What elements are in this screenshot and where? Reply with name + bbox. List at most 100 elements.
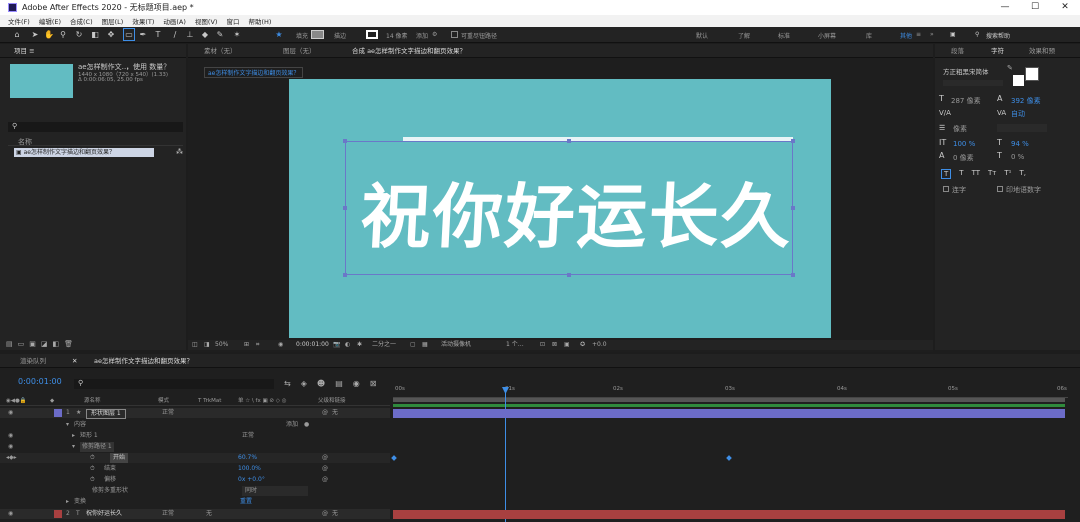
layer-2-bar[interactable] [393,510,1065,519]
effects-tab[interactable]: 效果和预 [1029,44,1055,58]
work-area-bar[interactable] [393,398,1065,402]
superscript-button[interactable]: T¹ [1004,169,1011,179]
flowchart-icon[interactable]: ⁂ [176,148,183,156]
mask-icon[interactable]: ◨ [204,340,210,350]
expand-icon[interactable]: ▾ [72,442,75,452]
close-button[interactable]: ✕ [1050,0,1080,15]
expression-icon[interactable]: @ [322,464,328,474]
handle-tl[interactable] [343,139,347,143]
layer-1-name[interactable]: 形状图层 1 [86,409,126,419]
mode-header[interactable]: 模式 [158,397,169,406]
selection-tool-icon[interactable]: ➤ [30,29,40,40]
hand-tool-icon[interactable]: ✋ [44,29,54,40]
workspace-library[interactable]: 库 [866,31,872,40]
add-label[interactable]: 添加 [416,31,428,40]
menu-animation[interactable]: 动画(A) [163,16,186,26]
graph-editor-icon[interactable]: ⊠ [370,379,377,388]
views-dropdown[interactable]: 1 个… [506,340,524,350]
layer-1-parent[interactable]: 无 [332,408,338,418]
paragraph-tab[interactable]: 段落 [951,44,964,58]
handle-b[interactable] [567,273,571,277]
composition-canvas[interactable]: 祝你好运长久 [289,79,831,338]
flowchart-view-icon[interactable]: ⊠ [552,340,557,350]
visibility-icon[interactable]: ◉ [8,509,13,519]
menu-composition[interactable]: 合成(C) [70,16,93,26]
roi-icon[interactable]: ▢ [410,340,416,350]
parent-pickwhip-icon[interactable]: @ [322,509,328,519]
zoom-tool-icon[interactable]: ⚲ [58,29,68,40]
project-tab[interactable]: 项目 [14,47,27,55]
tracking-value[interactable]: 像素 [953,124,967,134]
viewer-timecode[interactable]: 0:00:01:00 [296,340,329,350]
faux-bold-button[interactable]: T [941,169,952,179]
keyframe-start[interactable] [391,455,397,461]
font-family-dropdown[interactable]: 方正粗黑宋简体 [943,66,989,76]
handle-l[interactable] [343,206,347,210]
font-size-value[interactable]: 287 像素 [951,96,981,106]
eyedropper-icon[interactable]: ✎ [1007,64,1013,72]
baseline-value[interactable]: 0 像素 [953,153,974,163]
zoom-dropdown[interactable]: 50% [215,340,228,350]
label-swatch[interactable] [54,510,62,518]
stopwatch-icon[interactable]: ⏱ [90,453,95,463]
playhead[interactable] [505,387,506,522]
workspace-edit-icon[interactable]: ▣ [950,31,956,38]
camera-tool-icon[interactable]: ◧ [90,29,100,40]
show-snapshot-icon[interactable]: ◐ [345,340,350,350]
quality-dropdown[interactable]: 二分之一 [372,340,396,350]
project-row[interactable]: ▣ ae怎样制作文字描边和翻页效果？ [14,148,154,157]
col-name-header[interactable]: 名称 [8,138,32,146]
eraser-tool-icon[interactable]: ◆ [200,29,210,40]
search-help-input[interactable]: 搜索帮助 [986,31,1010,40]
menu-window[interactable]: 窗口 [226,16,239,26]
layer-2-parent[interactable]: 无 [332,509,338,519]
vertical-scale-value[interactable]: 100 % [953,140,975,148]
settings-icon[interactable]: ◪ [41,340,48,350]
handle-bl[interactable] [343,273,347,277]
exposure-value[interactable]: +0.0 [592,340,607,350]
stroke-color-swatch[interactable] [1025,67,1039,81]
snap-checkbox[interactable] [451,31,458,38]
expression-icon[interactable]: @ [322,453,328,463]
ligature-checkbox[interactable] [943,186,949,192]
menu-view[interactable]: 视图(V) [195,16,218,26]
footage-tab[interactable]: 素材（无） [204,44,237,58]
menu-help[interactable]: 帮助(H) [248,16,271,26]
visibility-icon[interactable]: ◉ [8,431,13,441]
tsume-value[interactable]: 0 % [1011,153,1024,161]
layer-1-bar[interactable] [393,409,1065,418]
workspace-more-icon[interactable]: ≡ [916,31,921,38]
stopwatch-icon[interactable]: ⏱ [90,464,95,474]
reset-link[interactable]: 重置 [240,497,252,507]
trkmat-header[interactable]: T TrkMat [198,397,221,406]
minimize-button[interactable]: — [990,0,1020,15]
menu-edit[interactable]: 编辑(E) [39,16,61,26]
project-search-input[interactable]: ⚲ [8,122,183,132]
workspace-standard[interactable]: 标准 [778,31,790,40]
color-depth-icon[interactable]: ◧ [53,340,60,350]
add-icon[interactable]: ● [304,420,309,430]
font-style-dropdown[interactable] [943,80,1003,86]
expand-icon[interactable]: ▸ [66,497,69,507]
stopwatch-icon[interactable]: ⏱ [90,475,95,485]
new-comp-icon[interactable]: ▣ [29,340,36,350]
small-caps-button[interactable]: Tт [988,169,996,179]
hindi-digits-checkbox[interactable] [997,186,1003,192]
keyframe-end[interactable] [726,455,732,461]
comp-mini-flowchart-icon[interactable]: ⇆ [284,379,291,388]
stroke-swatch[interactable] [366,30,378,39]
expand-icon[interactable]: ▸ [72,431,75,441]
fill-color-swatch[interactable] [1013,75,1024,86]
add-button[interactable]: 添加 [286,420,298,430]
faux-italic-button[interactable]: T [959,169,963,179]
new-folder-icon[interactable]: ▭ [18,340,25,350]
parent-pickwhip-icon[interactable]: @ [322,408,328,418]
expression-icon[interactable]: @ [322,475,328,485]
layer-row-2[interactable]: ◉ 2 T 祝你好运长久 正常 无 @ 无 [0,509,390,519]
grid-icon[interactable]: ⌗ [256,340,259,350]
render-queue-tab[interactable]: 渲染队列 [20,354,46,368]
puppet-tool-icon[interactable]: ✶ [232,29,242,40]
kerning-value[interactable]: 自动 [1011,109,1025,119]
render-icon[interactable]: ⊡ [540,340,545,350]
stroke-width[interactable]: 14 像素 [386,31,408,40]
